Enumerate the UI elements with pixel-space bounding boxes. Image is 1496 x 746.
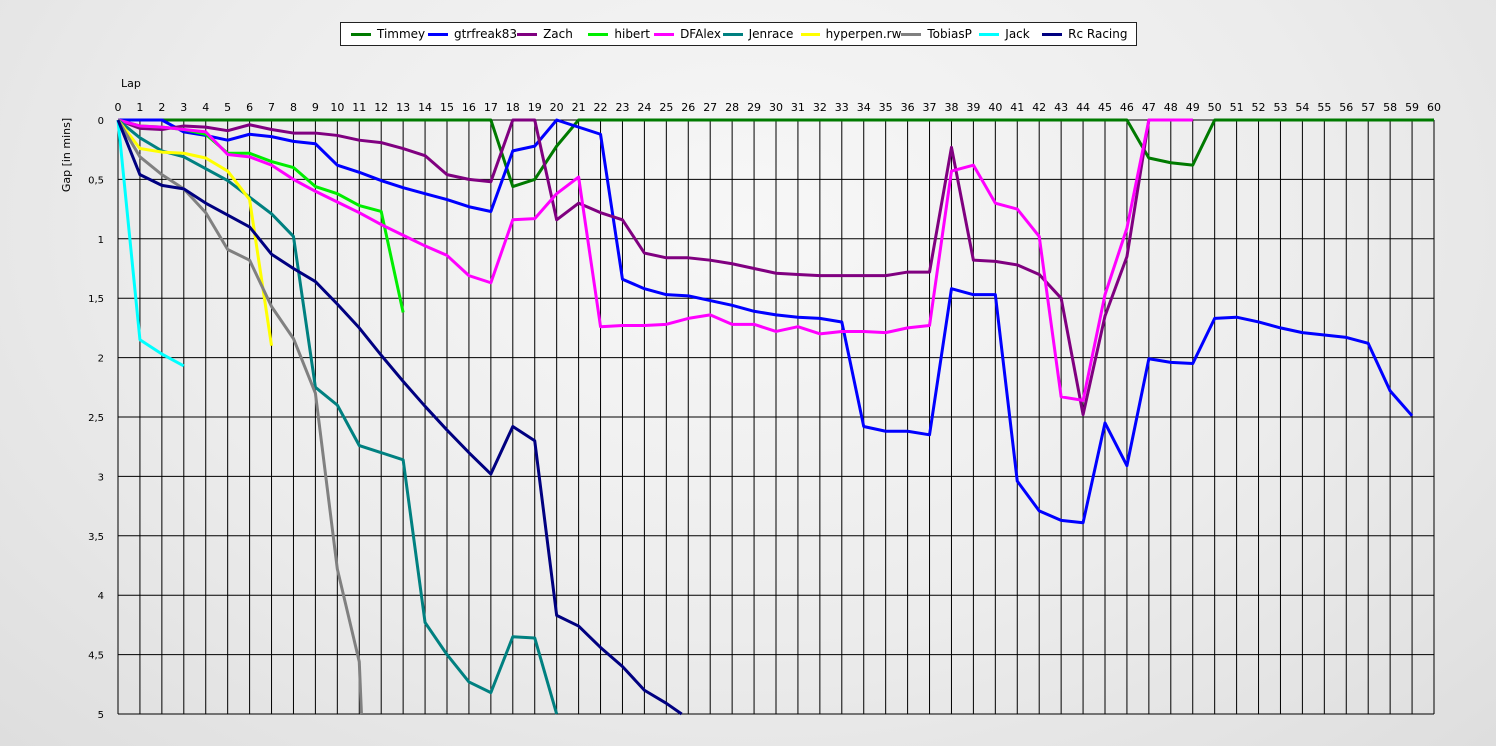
x-tick-label: 39 xyxy=(966,101,980,114)
y-tick-label: 1,5 xyxy=(88,294,104,305)
x-tick-label: 50 xyxy=(1208,101,1222,114)
x-tick-label: 26 xyxy=(681,101,695,114)
y-tick-label: 3 xyxy=(98,472,104,483)
series-line-jack xyxy=(116,119,185,368)
x-tick-label: 51 xyxy=(1230,101,1244,114)
y-axis-title: Gap [in mins] xyxy=(60,118,73,192)
x-tick-label: 37 xyxy=(923,101,937,114)
x-tick-label: 47 xyxy=(1142,101,1156,114)
x-tick-label: 12 xyxy=(374,101,388,114)
series-line-gtrfreak83 xyxy=(118,118,1414,525)
x-tick-label: 2 xyxy=(158,101,165,114)
x-tick-label: 52 xyxy=(1252,101,1266,114)
x-tick-label: 16 xyxy=(462,101,476,114)
x-axis-title: Lap xyxy=(121,77,141,90)
x-tick-label: 19 xyxy=(528,101,542,114)
x-tick-label: 15 xyxy=(440,101,454,114)
x-tick-label: 0 xyxy=(115,101,122,114)
x-tick-label: 17 xyxy=(484,101,498,114)
x-tick-label: 56 xyxy=(1339,101,1353,114)
line-chart: 0 1 2 3 4 5 6 7 8 9 10 11 12 13 14 15 16 17 18 19 20 21 22 23 24… xyxy=(60,77,1441,721)
x-tick-label: 9 xyxy=(312,101,319,114)
y-tick-label: 2 xyxy=(98,354,104,365)
x-tick-label: 49 xyxy=(1186,101,1200,114)
x-tick-label: 18 xyxy=(506,101,520,114)
tick-labels: 0 1 2 3 4 5 6 7 8 9 10 11 12 13 14 15 16 17 18 19 20 21 22 23 24… xyxy=(88,101,1441,721)
x-tick-label: 13 xyxy=(396,101,410,114)
x-tick-label: 28 xyxy=(725,101,739,114)
x-tick-label: 48 xyxy=(1164,101,1178,114)
x-tick-label: 25 xyxy=(659,101,673,114)
x-tick-label: 33 xyxy=(835,101,849,114)
x-tick-label: 46 xyxy=(1120,101,1134,114)
y-tick-label: 0,5 xyxy=(88,175,104,186)
x-tick-label: 53 xyxy=(1273,101,1287,114)
x-tick-label: 43 xyxy=(1054,101,1068,114)
x-tick-label: 55 xyxy=(1317,101,1331,114)
x-tick-label: 40 xyxy=(988,101,1002,114)
x-tick-label: 45 xyxy=(1098,101,1112,114)
y-tick-label: 5 xyxy=(98,710,104,721)
x-tick-label: 58 xyxy=(1383,101,1397,114)
y-tick-label: 1 xyxy=(98,235,104,246)
y-tick-label: 4 xyxy=(98,591,104,602)
x-tick-label: 22 xyxy=(594,101,608,114)
y-tick-label: 4,5 xyxy=(88,651,104,662)
x-tick-label: 5 xyxy=(224,101,231,114)
x-tick-label: 42 xyxy=(1032,101,1046,114)
x-tick-label: 10 xyxy=(330,101,344,114)
x-tick-label: 27 xyxy=(703,101,717,114)
grid-lines xyxy=(117,119,1435,715)
y-tick-label: 2,5 xyxy=(88,413,104,424)
x-tick-label: 54 xyxy=(1295,101,1309,114)
x-tick-label: 20 xyxy=(550,101,564,114)
x-tick-label: 24 xyxy=(637,101,651,114)
x-tick-label: 1 xyxy=(136,101,143,114)
x-tick-label: 30 xyxy=(769,101,783,114)
x-tick-label: 29 xyxy=(747,101,761,114)
x-tick-label: 31 xyxy=(791,101,805,114)
x-tick-label: 35 xyxy=(879,101,893,114)
x-tick-label: 3 xyxy=(180,101,187,114)
x-tick-label: 41 xyxy=(1010,101,1024,114)
x-tick-label: 4 xyxy=(202,101,209,114)
x-tick-label: 38 xyxy=(944,101,958,114)
x-tick-label: 60 xyxy=(1427,101,1441,114)
x-tick-label: 23 xyxy=(615,101,629,114)
x-tick-label: 21 xyxy=(572,101,586,114)
x-tick-label: 32 xyxy=(813,101,827,114)
x-tick-label: 11 xyxy=(352,101,366,114)
x-tick-label: 57 xyxy=(1361,101,1375,114)
x-tick-label: 7 xyxy=(268,101,275,114)
x-tick-label: 59 xyxy=(1405,101,1419,114)
y-tick-label: 3,5 xyxy=(88,532,104,543)
x-tick-label: 34 xyxy=(857,101,871,114)
x-tick-label: 44 xyxy=(1076,101,1090,114)
y-tick-label: 0 xyxy=(98,116,104,127)
x-tick-label: 36 xyxy=(901,101,915,114)
x-tick-label: 14 xyxy=(418,101,432,114)
x-tick-label: 8 xyxy=(290,101,297,114)
x-tick-label: 6 xyxy=(246,101,253,114)
